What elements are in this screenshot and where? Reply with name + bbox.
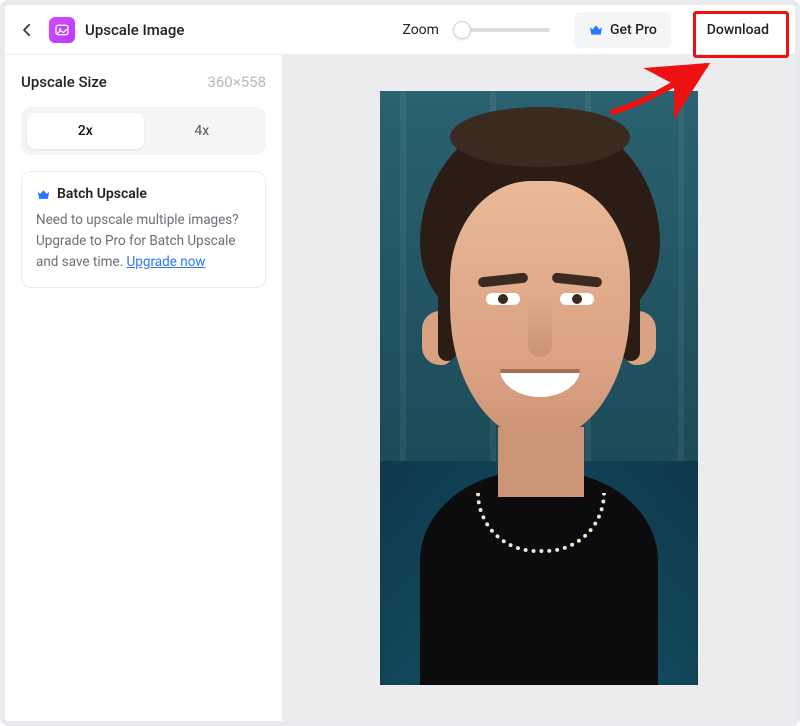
upscale-size-value: 360×558 <box>207 73 266 91</box>
image-icon <box>54 22 70 38</box>
upscale-4x-button[interactable]: 4x <box>144 113 261 149</box>
zoom-label: Zoom <box>402 22 439 38</box>
download-button[interactable]: Download <box>691 12 785 48</box>
upscale-factor-segment: 2x 4x <box>21 107 266 155</box>
get-pro-button[interactable]: Get Pro <box>574 12 671 48</box>
crown-icon <box>588 22 604 38</box>
preview-image <box>380 91 698 685</box>
download-label: Download <box>707 22 769 38</box>
zoom-slider[interactable] <box>455 20 550 40</box>
app-window: Upscale Image Zoom Get Pro Download Upsc… <box>0 0 800 726</box>
batch-upscale-title-row: Batch Upscale <box>36 186 251 202</box>
zoom-thumb[interactable] <box>453 21 471 39</box>
back-button[interactable] <box>15 18 39 42</box>
chevron-left-icon <box>18 21 36 39</box>
get-pro-label: Get Pro <box>610 22 657 38</box>
batch-upscale-desc: Need to upscale multiple images? Upgrade… <box>36 210 251 273</box>
upscale-size-row: Upscale Size 360×558 <box>21 73 266 91</box>
crown-icon <box>36 187 51 202</box>
upgrade-now-link[interactable]: Upgrade now <box>127 254 206 270</box>
header-bar: Upscale Image Zoom Get Pro Download <box>5 5 795 55</box>
upscale-2x-button[interactable]: 2x <box>27 113 144 149</box>
page-title: Upscale Image <box>85 21 184 39</box>
sidebar: Upscale Size 360×558 2x 4x Batch Upscale… <box>5 55 283 721</box>
photo-face <box>450 181 630 441</box>
upscale-size-label: Upscale Size <box>21 73 107 91</box>
batch-upscale-title: Batch Upscale <box>57 186 147 202</box>
app-icon <box>49 17 75 43</box>
batch-upscale-card: Batch Upscale Need to upscale multiple i… <box>21 171 266 288</box>
image-canvas[interactable] <box>283 55 795 721</box>
body: Upscale Size 360×558 2x 4x Batch Upscale… <box>5 55 795 721</box>
